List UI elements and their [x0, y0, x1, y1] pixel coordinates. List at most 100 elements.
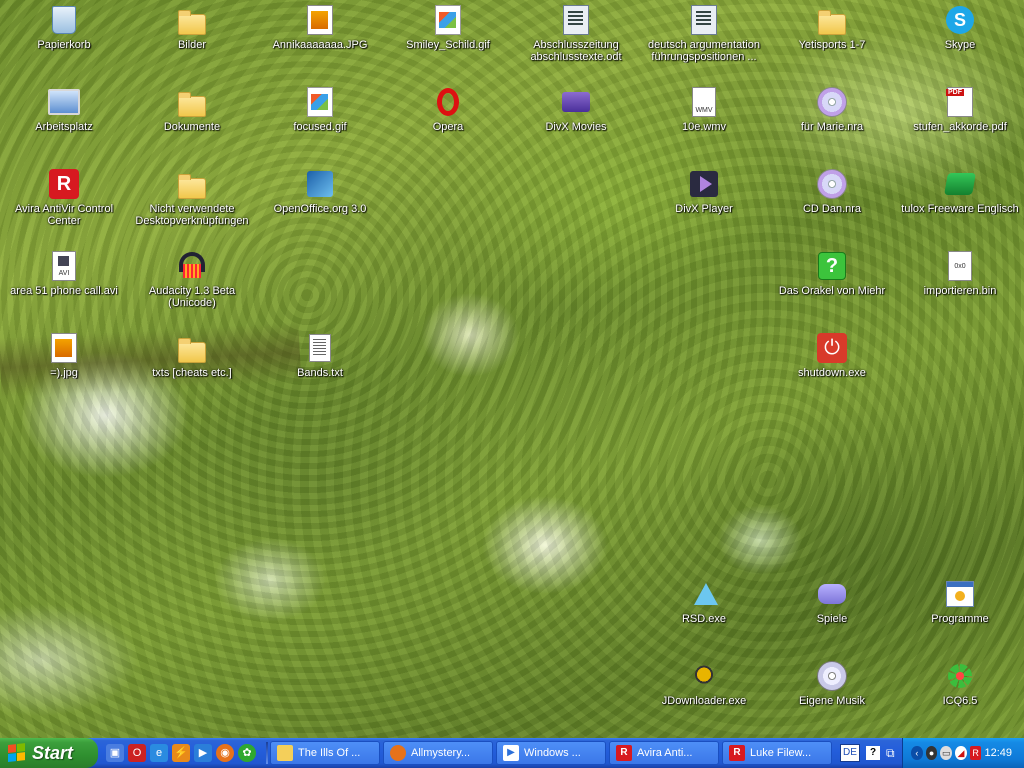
opera-quicklaunch-icon[interactable]: O: [128, 744, 146, 762]
desktop-icon-programme[interactable]: Programme: [896, 576, 1024, 652]
tray-arrow-icon[interactable]: ‹: [911, 746, 923, 760]
desktop-icon-divx-player[interactable]: DivX Player: [640, 166, 768, 242]
folder-icon: [178, 9, 206, 35]
icon-label: Smiley_Schild.gif: [406, 39, 490, 51]
icon-label: Audacity 1.3 Beta (Unicode): [148, 285, 236, 309]
task-button[interactable]: R Avira Anti...: [609, 741, 719, 765]
internet-explorer-icon[interactable]: e: [150, 744, 168, 762]
desktop-icon-nicht-verwendete[interactable]: Nicht verwendete Desktopverknüpfungen: [128, 166, 256, 242]
help-icon[interactable]: ?: [866, 746, 880, 760]
desktop-icon-yetisports[interactable]: Yetisports 1-7: [768, 2, 896, 78]
desktop-icon-area51[interactable]: AVI area 51 phone call.avi: [0, 248, 128, 324]
image-file-icon: [307, 87, 333, 117]
tray-app-icon[interactable]: ●: [925, 746, 938, 760]
desktop-icon-arbeitsplatz[interactable]: Arbeitsplatz: [0, 84, 128, 160]
desktop-icon-focused-gif[interactable]: focused.gif: [256, 84, 384, 160]
desktop-icon-fuer-marie[interactable]: für Marie.nra: [768, 84, 896, 160]
desktop-icon-jdownloader[interactable]: JDownloader.exe: [640, 658, 768, 734]
desktop-icon-abschlusszeitung[interactable]: Abschlusszeitung abschlusstexte.odt: [512, 2, 640, 78]
jpg-file-icon: [51, 333, 77, 363]
desktop-icon-avira[interactable]: R Avira AntiVir Control Center: [0, 166, 128, 242]
task-button[interactable]: The Ills Of ...: [270, 741, 380, 765]
folder-icon: [178, 91, 206, 117]
audacity-icon: [177, 252, 207, 280]
desktop-icon-cd-dan[interactable]: CD Dan.nra: [768, 166, 896, 242]
power-icon: ⏻: [817, 333, 847, 363]
clock[interactable]: 12:49: [984, 747, 1012, 759]
task-buttons: The Ills Of ... Allmystery... ▶ Windows …: [270, 741, 832, 765]
desktop-icon-stufen-akkorde[interactable]: stufen_akkorde.pdf: [896, 84, 1024, 160]
desktop-icon-spiele[interactable]: Spiele: [768, 576, 896, 652]
icon-label: für Marie.nra: [800, 121, 864, 133]
media-player-quicklaunch-icon[interactable]: ▶: [194, 744, 212, 762]
desktop-icon-eigene-musik[interactable]: Eigene Musik: [768, 658, 896, 734]
desktop-icon-txts[interactable]: txts [cheats etc.]: [128, 330, 256, 406]
desktop-icon-smiley-gif[interactable]: Smiley_Schild.gif: [384, 2, 512, 78]
desktop-icon-openoffice[interactable]: OpenOffice.org 3.0: [256, 166, 384, 242]
folder-icon: [277, 745, 293, 761]
desktop-icon-rsd[interactable]: RSD.exe: [640, 576, 768, 652]
task-label: Luke Filew...: [750, 747, 812, 759]
desktop-icon-recycle-bin[interactable]: Papierkorb: [0, 2, 128, 78]
skype-icon: S: [946, 6, 974, 34]
quick-launch: ▣ O e ⚡ ▶ ◉ ✿: [98, 738, 264, 768]
programs-icon: [946, 581, 974, 607]
desktop-icon-smiley-jpg[interactable]: =).jpg: [0, 330, 128, 406]
desktop-icon-skype[interactable]: S Skype: [896, 2, 1024, 78]
system-tray: ‹ ● ▭ ◢ R 12:49: [902, 738, 1024, 768]
desktop-icon-opera[interactable]: Opera: [384, 84, 512, 160]
firefox-quicklaunch-icon[interactable]: ◉: [216, 744, 234, 762]
icon-label: Das Orakel von Miehr: [778, 285, 886, 297]
task-label: Windows ...: [524, 747, 581, 759]
folder-icon: [178, 337, 206, 363]
icon-label: Programme: [931, 613, 989, 625]
openoffice-icon: [307, 171, 333, 197]
desktop-icon-bilder[interactable]: Bilder: [128, 2, 256, 78]
winamp-icon[interactable]: ⚡: [172, 744, 190, 762]
desktop-icon-orakel[interactable]: ? Das Orakel von Miehr: [768, 248, 896, 324]
desktop-icon-audacity[interactable]: Audacity 1.3 Beta (Unicode): [128, 248, 256, 324]
task-button[interactable]: ▶ Windows ...: [496, 741, 606, 765]
show-desktop-icon[interactable]: ▣: [106, 744, 124, 762]
jdownloader-icon: [689, 662, 719, 690]
language-indicator[interactable]: DE: [840, 744, 860, 762]
task-button[interactable]: R Luke Filew...: [722, 741, 832, 765]
avira-icon: R: [49, 169, 79, 199]
icq-quicklaunch-icon[interactable]: ✿: [238, 744, 256, 762]
restore-icon[interactable]: ⧉: [886, 746, 895, 761]
icon-label: Nicht verwendete Desktopverknüpfungen: [135, 203, 249, 227]
volume-icon[interactable]: ◢: [955, 746, 967, 760]
my-computer-icon: [48, 89, 80, 115]
desktop-icon-shutdown[interactable]: ⏻ shutdown.exe: [768, 330, 896, 406]
desktop-icon-dokumente[interactable]: Dokumente: [128, 84, 256, 160]
icon-label: CD Dan.nra: [802, 203, 862, 215]
opera-icon: [437, 88, 459, 116]
desktop-icon-tulox[interactable]: tulox Freeware Englisch: [896, 166, 1024, 242]
desktop-icon-icq[interactable]: ICQ6.5: [896, 658, 1024, 734]
desktop-icon-10e-wmv[interactable]: WMV 10e.wmv: [640, 84, 768, 160]
odt-document-icon: [691, 5, 717, 35]
question-mark-icon: ?: [818, 252, 846, 280]
desktop-icon-divx-movies[interactable]: DivX Movies: [512, 84, 640, 160]
icon-label: Opera: [432, 121, 464, 133]
desktop-icon-importieren[interactable]: 0x0 importieren.bin: [896, 248, 1024, 324]
icon-label: focused.gif: [293, 121, 347, 133]
icon-label: area 51 phone call.avi: [10, 285, 118, 297]
desktop-icon-bands-txt[interactable]: Bands.txt: [256, 330, 384, 406]
task-button[interactable]: Allmystery...: [383, 741, 493, 765]
image-file-icon: [435, 5, 461, 35]
network-icon[interactable]: ▭: [940, 746, 953, 760]
avira-tray-icon[interactable]: R: [969, 746, 982, 760]
start-button[interactable]: Start: [0, 738, 98, 768]
bin-file-icon: 0x0: [948, 251, 972, 281]
icon-label: importieren.bin: [923, 285, 997, 297]
avira-icon: R: [729, 745, 745, 761]
icon-label: deutsch argumentation führungspositionen…: [648, 39, 760, 63]
icon-label: DivX Movies: [545, 121, 607, 133]
desktop-icon-deutsch-argumentation[interactable]: deutsch argumentation führungspositionen…: [640, 2, 768, 78]
recycle-bin-icon: [52, 6, 76, 34]
desktop-icon-annika-jpg[interactable]: Annikaaaaaaa.JPG: [256, 2, 384, 78]
firefox-icon: [390, 745, 406, 761]
rsd-icon: [690, 581, 718, 607]
icon-label: Avira AntiVir Control Center: [14, 203, 114, 227]
